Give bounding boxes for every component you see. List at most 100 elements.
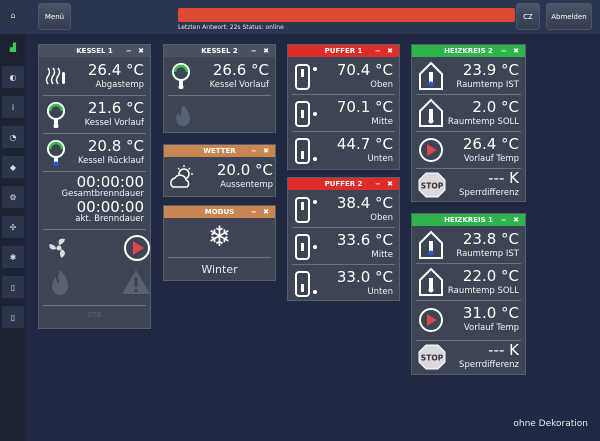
value: 31.0 °C <box>462 304 519 322</box>
puffer2-row-oben: 38.4 °C Oben <box>292 191 395 228</box>
heizkreis2-row-raum-soll: 2.0 °C Raumtemp SOLL <box>416 95 521 132</box>
value: 22.0 °C <box>462 267 519 285</box>
panel-header: KESSEL 2 − ✖ <box>164 45 275 57</box>
label: akt. Brenndauer <box>75 214 144 224</box>
value: 44.7 °C <box>336 135 393 153</box>
menu-button[interactable]: Menü <box>38 3 71 30</box>
heizkreis1-row-vorlauf: 31.0 °C Vorlauf Temp <box>416 301 521 341</box>
label: Aussentemp <box>220 180 273 190</box>
label: Unten <box>367 287 393 297</box>
heizkreis1-panel: HEIZKREIS 1 − ✖ 23.8 °C Raumtemp IST 22.0… <box>411 213 526 375</box>
language-button[interactable]: CZ <box>516 3 540 30</box>
panel-header: WETTER − ✖ <box>164 145 275 157</box>
gauge-icon[interactable]: ◔ <box>2 126 24 148</box>
panel-title: WETTER <box>203 147 236 155</box>
footer-note: ohne Dekoration <box>513 419 588 429</box>
panel-controls[interactable]: − ✖ <box>126 45 146 57</box>
file-icon[interactable]: ▯ <box>2 276 24 298</box>
home-icon[interactable]: ⌂ <box>2 4 24 26</box>
panel-title: MODUS <box>204 208 235 216</box>
value: 70.1 °C <box>336 98 393 116</box>
label: Raumtemp SOLL <box>447 117 519 127</box>
panel-controls[interactable]: − ✖ <box>251 45 271 57</box>
info-icon[interactable]: i <box>2 96 24 118</box>
tank-middle-icon <box>295 234 317 260</box>
kessel2-row-vorlauf: 26.6 °C Kessel Vorlauf <box>168 58 271 96</box>
label: Raumtemp IST <box>456 80 519 90</box>
panel-header: MODUS − ✖ <box>164 206 275 218</box>
label: Vorlauf Temp <box>463 154 519 164</box>
thermometer-gauge-icon <box>47 102 65 128</box>
file-icon-2[interactable]: ▯ <box>2 306 24 328</box>
heizkreis1-row-raum-soll: 22.0 °C Raumtemp SOLL <box>416 264 521 301</box>
label: Mitte <box>371 117 393 127</box>
label: Sperrdifferenz <box>459 188 519 198</box>
panel-controls[interactable]: − ✖ <box>375 178 395 190</box>
play-button-icon[interactable] <box>123 234 151 262</box>
label: Unten <box>367 154 393 164</box>
thermometer-gauge-icon <box>47 140 65 166</box>
label: Oben <box>370 213 393 223</box>
play-button-icon[interactable] <box>418 307 444 333</box>
kessel1-status-icons <box>43 230 150 306</box>
flame-icon <box>52 270 68 295</box>
heizkreis2-panel: HEIZKREIS 2 − ✖ 23.9 °C Raumtemp IST 2.0 … <box>411 44 526 202</box>
tags-icon[interactable]: ◆ <box>2 156 24 178</box>
label: Abgastemp <box>95 80 144 90</box>
partly-cloudy-icon <box>170 165 193 188</box>
tank-middle-icon <box>295 101 317 127</box>
stop-sign-label: STOP <box>421 182 444 191</box>
heizkreis2-row-vorlauf: 26.4 °C Vorlauf Temp <box>416 132 521 169</box>
panel-title: HEIZKREIS 2 <box>444 47 493 55</box>
panel-controls[interactable]: − ✖ <box>375 45 395 57</box>
tank-bottom-icon <box>295 271 317 297</box>
panel-title: HEIZKREIS 1 <box>444 216 493 224</box>
house-thermometer-icon <box>419 230 443 259</box>
tank-top-icon <box>295 64 317 90</box>
panel-title: PUFFER 1 <box>324 47 363 55</box>
puffer2-row-unten: 33.0 °C Unten <box>292 265 395 301</box>
chart-icon[interactable]: ▟ <box>2 36 24 58</box>
gear-icon[interactable]: ⚙ <box>2 186 24 208</box>
value: 20.8 °C <box>87 137 144 155</box>
value: --- K <box>488 169 519 187</box>
top-bar: Menü Letzten Antwort: 22s Status: online… <box>0 0 600 34</box>
snowflake-icon: ❄ <box>168 220 271 258</box>
kessel1-row-vorlauf: 21.6 °C Kessel Vorlauf <box>43 96 146 134</box>
sidebar: ⌂ ▟ ◐ i ◔ ◆ ⚙ ✣ ✱ ▯ ▯ <box>0 4 26 441</box>
contrast-icon[interactable]: ◐ <box>2 66 24 88</box>
puffer1-panel: PUFFER 1 − ✖ 70.4 °C Oben 70.1 °C Mitte 4… <box>287 44 400 170</box>
exhaust-icon <box>45 67 65 85</box>
mode-label: Winter <box>201 263 238 276</box>
value: 23.9 °C <box>462 61 519 79</box>
logout-button[interactable]: Abmelden <box>546 3 592 30</box>
puffer2-row-mitte: 33.6 °C Mitte <box>292 228 395 265</box>
play-button-icon[interactable] <box>418 137 444 163</box>
label: Raumtemp IST <box>456 249 519 259</box>
status-text: Letzten Antwort: 22s Status: online <box>178 24 284 31</box>
kessel1-panel: KESSEL 1 − ✖ 26.4 °C Abgastemp 21.6 °C Ke… <box>38 44 151 329</box>
flame-icon <box>176 105 190 126</box>
value: 20.0 °C <box>216 161 273 179</box>
label: Kessel Vorlauf <box>84 118 144 128</box>
fan-icon <box>49 238 65 258</box>
kessel1-row-abgas: 26.4 °C Abgastemp <box>43 58 146 96</box>
tank-top-icon <box>295 197 317 223</box>
value: 33.6 °C <box>336 231 393 249</box>
stop-sign-icon: STOP <box>418 344 446 370</box>
wetter-panel: WETTER − ✖ 20.0 °C Aussentemp <box>163 144 276 197</box>
house-thermometer-icon <box>419 61 443 90</box>
warning-icon <box>122 270 150 294</box>
panel-controls[interactable]: − ✖ <box>501 45 521 57</box>
puffer1-row-unten: 44.7 °C Unten <box>292 132 395 169</box>
label: Sperrdifferenz <box>459 360 519 370</box>
panel-controls[interactable]: − ✖ <box>501 214 521 226</box>
panel-header: KESSEL 1 − ✖ <box>39 45 150 57</box>
value: 70.4 °C <box>336 61 393 79</box>
asterisk-icon[interactable]: ✱ <box>2 246 24 268</box>
panel-title: KESSEL 2 <box>201 47 238 55</box>
panel-controls[interactable]: − ✖ <box>251 206 271 218</box>
gears-icon[interactable]: ✣ <box>2 216 24 238</box>
panel-controls[interactable]: − ✖ <box>251 145 271 157</box>
stop-sign-label: STOP <box>421 354 444 363</box>
